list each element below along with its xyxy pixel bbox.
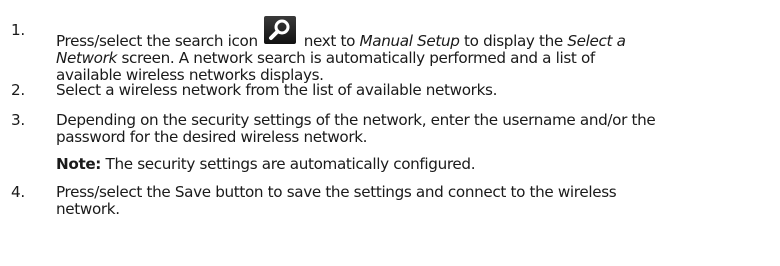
step-text: Press/select the search icon next to Manu… — [56, 16, 771, 84]
step-text-segment: next to — [303, 32, 356, 50]
step-text: Depending on the security settings of th… — [56, 112, 771, 146]
note-label: Note: — [56, 155, 102, 173]
step-number: 2. — [11, 81, 25, 99]
step-number: 3. — [11, 111, 25, 129]
note: Note: The security settings are automati… — [56, 155, 476, 173]
step-line: Press/select the search icon next to Manu… — [56, 16, 771, 50]
step-number: 4. — [11, 183, 25, 201]
step-text: Select a wireless network from the list … — [56, 82, 771, 99]
step-text-segment: screen. A network search is automaticall… — [121, 49, 595, 67]
step-text-segment: Press/select the search icon — [56, 32, 258, 50]
step-line: Select a wireless network from the list … — [56, 81, 498, 99]
step-text-emphasis: Select a — [567, 32, 626, 50]
step-line: password for the desired wireless networ… — [56, 128, 368, 146]
step-text: Press/select the Save button to save the… — [56, 184, 771, 218]
step-line: Network screen. A network search is auto… — [56, 50, 771, 67]
step-text-segment: to display the — [464, 32, 563, 50]
search-icon — [263, 16, 296, 44]
step-line: network. — [56, 200, 120, 218]
step-number: 1. — [11, 21, 25, 39]
note-text: The security settings are automatically … — [105, 155, 476, 173]
step-text-emphasis: Network — [56, 49, 117, 67]
step-text-emphasis: Manual Setup — [359, 32, 460, 50]
step-line: Depending on the security settings of th… — [56, 111, 656, 129]
step-line: Press/select the Save button to save the… — [56, 183, 617, 201]
